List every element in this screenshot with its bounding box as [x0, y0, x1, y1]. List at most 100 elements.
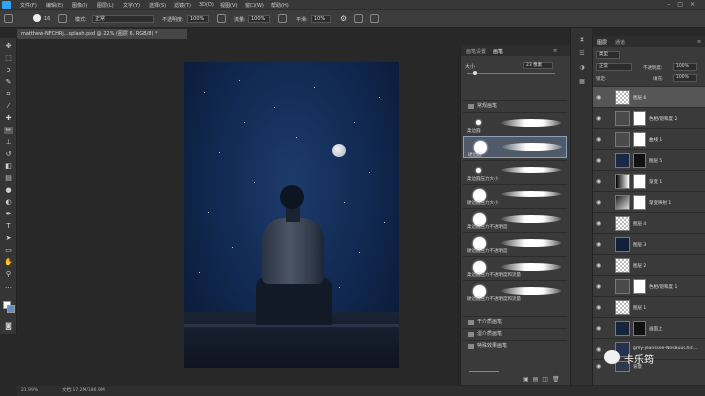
path-select-tool-icon[interactable]: ➤ — [4, 235, 13, 242]
layer-row[interactable]: ◉ 渐变 1 — [593, 170, 705, 191]
visibility-eye-icon[interactable]: ◉ — [596, 262, 601, 269]
gear-icon[interactable]: ⚙ — [340, 14, 347, 23]
eyedropper-tool-icon[interactable]: ⁄ — [4, 103, 13, 110]
layer-row[interactable]: ◉ 图层 6 — [593, 86, 705, 107]
healing-tool-icon[interactable]: ✚ — [4, 115, 13, 122]
type-tool-icon[interactable]: T — [4, 223, 13, 230]
pressure-size-icon[interactable] — [354, 14, 363, 23]
visibility-eye-icon[interactable]: ◉ — [596, 241, 601, 248]
pressure-opacity-icon[interactable] — [217, 14, 226, 23]
visibility-eye-icon[interactable]: ◉ — [596, 325, 601, 332]
stamp-tool-icon[interactable]: ⊥ — [4, 139, 13, 146]
brush-preset[interactable]: 柔边圆压力不透明度 — [463, 208, 567, 230]
brush-preset-selected[interactable]: 硬边圆 — [463, 136, 567, 158]
brush-preset[interactable]: 硬边圆压力不透明度和流量 — [463, 280, 567, 302]
tab-brush-settings[interactable]: 画笔设置 — [466, 48, 486, 55]
menu-window[interactable]: 窗口(W) — [245, 2, 264, 9]
visibility-eye-icon[interactable]: ◉ — [596, 346, 601, 353]
layer-row[interactable]: ◉ 渐变映射 1 — [593, 191, 705, 212]
brush-tool-icon[interactable] — [4, 14, 13, 23]
visibility-eye-icon[interactable]: ◉ — [596, 157, 601, 164]
visibility-eye-icon[interactable]: ◉ — [596, 94, 601, 101]
tab-brushes[interactable]: 画笔 — [493, 48, 503, 55]
menu-layer[interactable]: 图层(L) — [97, 2, 114, 9]
flow-input[interactable]: 100% — [248, 15, 270, 23]
hand-tool-icon[interactable]: ✋ — [4, 259, 13, 266]
smoothing-input[interactable]: 10% — [311, 15, 331, 23]
preview-size-slider[interactable] — [469, 371, 499, 372]
visibility-eye-icon[interactable]: ◉ — [596, 363, 601, 370]
eraser-tool-icon[interactable]: ◧ — [4, 163, 13, 170]
brush-group-general[interactable]: 常规画笔 — [463, 100, 567, 111]
menu-file[interactable]: 文件(F) — [20, 2, 37, 9]
brush-panel-toggle-icon[interactable] — [58, 14, 67, 23]
menu-3d[interactable]: 3D(D) — [199, 2, 214, 8]
visibility-eye-icon[interactable]: ◉ — [596, 136, 601, 143]
visibility-eye-icon[interactable]: ◉ — [596, 304, 601, 311]
background-color-swatch[interactable] — [7, 305, 15, 313]
panel-footer-icons[interactable]: ▣▤◫🗑 — [523, 376, 564, 383]
size-slider[interactable] — [467, 73, 555, 74]
visibility-eye-icon[interactable]: ◉ — [596, 115, 601, 122]
marquee-tool-icon[interactable]: ⬚ — [4, 55, 13, 62]
brush-tool-icon[interactable]: ✏ — [4, 127, 13, 134]
gradient-tool-icon[interactable]: ▤ — [4, 175, 13, 182]
layer-row[interactable]: ◉ 图层 3 — [593, 233, 705, 254]
menu-type[interactable]: 文字(Y) — [123, 2, 140, 9]
menu-image[interactable]: 图像(I) — [72, 2, 87, 9]
pen-tool-icon[interactable]: ✒ — [4, 211, 13, 218]
layer-row[interactable]: ◉ 色相/饱和度 1 — [593, 275, 705, 296]
size-slider-handle[interactable] — [473, 71, 477, 75]
document-canvas[interactable] — [184, 62, 399, 368]
history-icon[interactable]: ⧗ — [577, 36, 587, 44]
symmetry-icon[interactable] — [370, 14, 379, 23]
brush-preset[interactable]: 硬边圆压力不透明度 — [463, 232, 567, 254]
brush-preset[interactable]: 柔边圆 — [463, 112, 567, 134]
visibility-eye-icon[interactable]: ◉ — [596, 178, 601, 185]
layer-filter-select[interactable]: 类型 — [596, 51, 620, 59]
move-tool-icon[interactable]: ✥ — [4, 43, 13, 50]
menu-select[interactable]: 选择(S) — [149, 2, 166, 9]
layer-row[interactable]: ◉ 图层 2 — [593, 254, 705, 275]
layer-opacity-input[interactable]: 100% — [673, 63, 697, 71]
fill-input[interactable]: 100% — [673, 74, 697, 82]
quick-mask-icon[interactable]: ◙ — [4, 323, 13, 330]
visibility-eye-icon[interactable]: ◉ — [596, 220, 601, 227]
panel-menu-icon[interactable]: ≡ — [697, 39, 701, 45]
properties-icon[interactable]: ☰ — [577, 50, 587, 58]
blend-mode-select[interactable]: 正常 — [596, 63, 632, 71]
airbrush-icon[interactable] — [278, 14, 287, 23]
layer-row[interactable]: ◉ 色相/饱和度 2 — [593, 107, 705, 128]
document-tab[interactable]: matthew-NFCHRj...splash.psd @ 22% (图层 6,… — [17, 29, 187, 39]
more-tools-icon[interactable]: … — [4, 283, 13, 290]
visibility-eye-icon[interactable]: ◉ — [596, 199, 601, 206]
swatches-icon[interactable]: ▦ — [577, 78, 587, 86]
adjustments-icon[interactable]: ◑ — [577, 64, 587, 72]
tab-channels[interactable]: 通道 — [615, 39, 625, 46]
layer-row[interactable]: ◉ 曲线 1 — [593, 128, 705, 149]
crop-tool-icon[interactable]: ⌗ — [4, 91, 13, 98]
visibility-eye-icon[interactable]: ◉ — [596, 283, 601, 290]
menu-edit[interactable]: 编辑(E) — [46, 2, 63, 9]
mode-select[interactable]: 正常 — [92, 15, 154, 23]
window-controls[interactable]: –□× — [667, 1, 702, 8]
layer-row[interactable]: ◉ 画面上 — [593, 317, 705, 338]
layer-row[interactable]: ◉ 图层 4 — [593, 212, 705, 233]
brush-group-special[interactable]: 特殊效果画笔 — [463, 340, 567, 351]
menu-view[interactable]: 视图(V) — [220, 2, 237, 9]
blur-tool-icon[interactable]: ● — [4, 187, 13, 194]
panel-menu-icon[interactable]: ≡ — [553, 48, 557, 54]
lasso-tool-icon[interactable]: ↄ — [4, 67, 13, 74]
brush-preset-icon[interactable] — [33, 14, 41, 22]
layer-row[interactable]: ◉ 图层 1 — [593, 296, 705, 317]
menu-help[interactable]: 帮助(H) — [271, 2, 289, 9]
brush-preset[interactable]: 柔边圆压力不透明度和流量 — [463, 256, 567, 278]
shape-tool-icon[interactable]: ▭ — [4, 247, 13, 254]
brush-size-input[interactable]: 23 像素 — [523, 62, 553, 69]
quick-select-tool-icon[interactable]: ✎ — [4, 79, 13, 86]
brush-group-wet[interactable]: 湿介质画笔 — [463, 328, 567, 339]
brush-preset[interactable]: 硬边圆压力大小 — [463, 184, 567, 206]
menu-filter[interactable]: 滤镜(T) — [174, 2, 191, 9]
opacity-input[interactable]: 100% — [187, 15, 209, 23]
dodge-tool-icon[interactable]: ◐ — [4, 199, 13, 206]
